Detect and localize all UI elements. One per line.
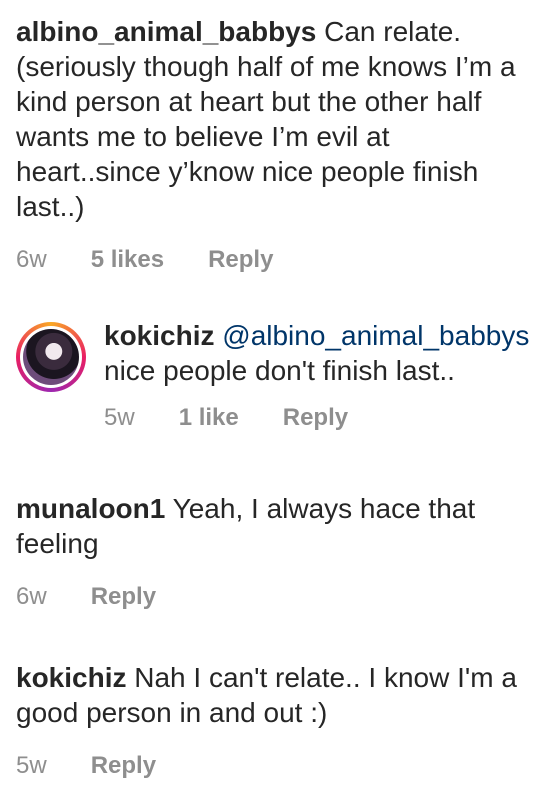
comment-likes[interactable]: 1 like bbox=[179, 404, 239, 432]
reply-button[interactable]: Reply bbox=[208, 246, 273, 274]
comment-meta: 5w Reply bbox=[16, 751, 541, 781]
comment-item: kokichiz Nah I can't relate.. I know I'm… bbox=[16, 660, 541, 781]
avatar[interactable] bbox=[16, 322, 86, 392]
comment-time: 5w bbox=[16, 752, 47, 779]
comment-item: albino_animal_babbys Can relate. (seriou… bbox=[16, 14, 541, 275]
reply-comment-body: kokichiz @albino_animal_babbys nice peop… bbox=[104, 318, 544, 433]
comment-item: munaloon1 Yeah, I always hace that feeli… bbox=[16, 491, 541, 612]
reply-button[interactable]: Reply bbox=[91, 752, 156, 780]
comment-text-block: kokichiz Nah I can't relate.. I know I'm… bbox=[16, 660, 541, 730]
comment-meta: 6w Reply bbox=[16, 582, 541, 612]
comment-meta: 5w 1 like Reply bbox=[104, 403, 544, 433]
comment-time: 6w bbox=[16, 246, 47, 273]
comment-mention[interactable]: @albino_animal_babbys bbox=[222, 320, 529, 351]
comment-meta: 6w 5 likes Reply bbox=[16, 245, 541, 275]
comment-username[interactable]: kokichiz bbox=[16, 662, 126, 693]
comment-username[interactable]: munaloon1 bbox=[16, 493, 165, 524]
comment-likes[interactable]: 5 likes bbox=[91, 246, 164, 274]
comment-time: 6w bbox=[16, 583, 47, 610]
comment-time: 5w bbox=[104, 404, 135, 431]
comment-text-block: munaloon1 Yeah, I always hace that feeli… bbox=[16, 491, 541, 561]
comment-username[interactable]: albino_animal_babbys bbox=[16, 16, 316, 47]
reply-button[interactable]: Reply bbox=[91, 583, 156, 611]
comment-username[interactable]: kokichiz bbox=[104, 320, 214, 351]
reply-button[interactable]: Reply bbox=[283, 404, 348, 432]
comment-text-block: kokichiz @albino_animal_babbys nice peop… bbox=[104, 318, 544, 388]
comment-body: nice people don't finish last.. bbox=[104, 355, 455, 386]
avatar-image bbox=[23, 329, 79, 385]
comment-text-block: albino_animal_babbys Can relate. (seriou… bbox=[16, 14, 541, 224]
